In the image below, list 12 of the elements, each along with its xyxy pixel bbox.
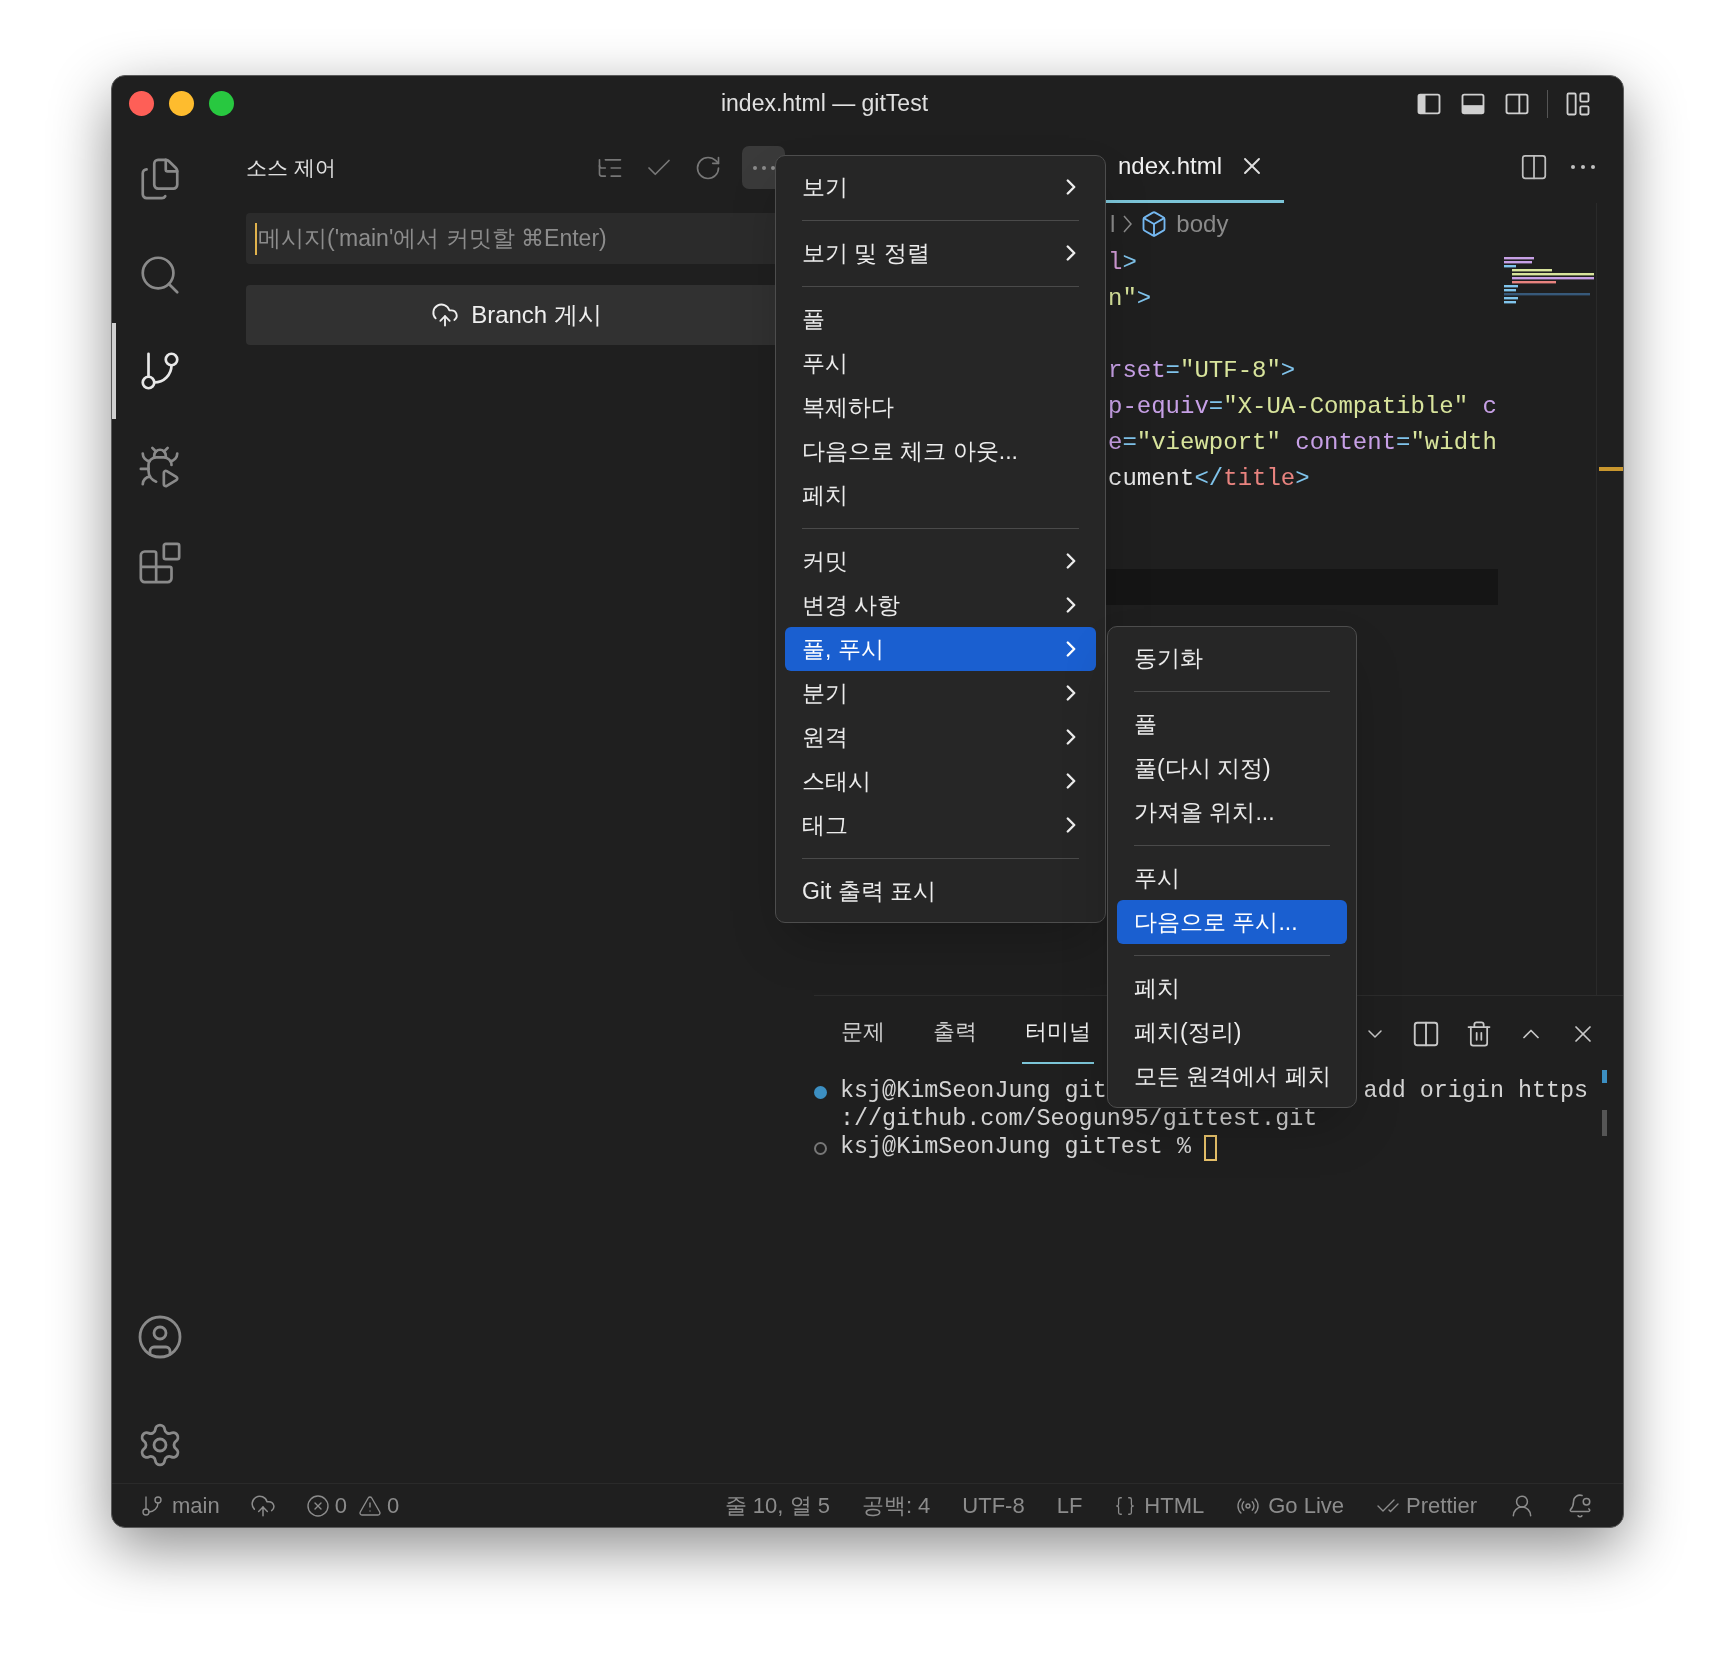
terminal-text: ksj@KimSeonJung git bbox=[840, 1077, 1107, 1107]
window-title: index.html — gitTest bbox=[720, 89, 929, 119]
terminal-text: ://github.com/Seogun95/gittest.git bbox=[840, 1105, 1318, 1135]
code-line: rset="UTF-8"> bbox=[1107, 356, 1297, 386]
code-line: l> bbox=[1107, 248, 1138, 278]
sidebar-title: 소스 제어 bbox=[246, 154, 336, 181]
code-line: p-equiv="X-UA-Compatible" c bbox=[1107, 392, 1498, 422]
code-line: e="viewport" content="width bbox=[1107, 428, 1498, 458]
terminal-text: add origin https bbox=[1363, 1077, 1589, 1107]
terminal-text: ksj@KimSeonJung gitTest % bbox=[840, 1133, 1191, 1163]
code-line: cument</title> bbox=[1107, 464, 1311, 494]
code-line: n"> bbox=[1107, 284, 1153, 314]
